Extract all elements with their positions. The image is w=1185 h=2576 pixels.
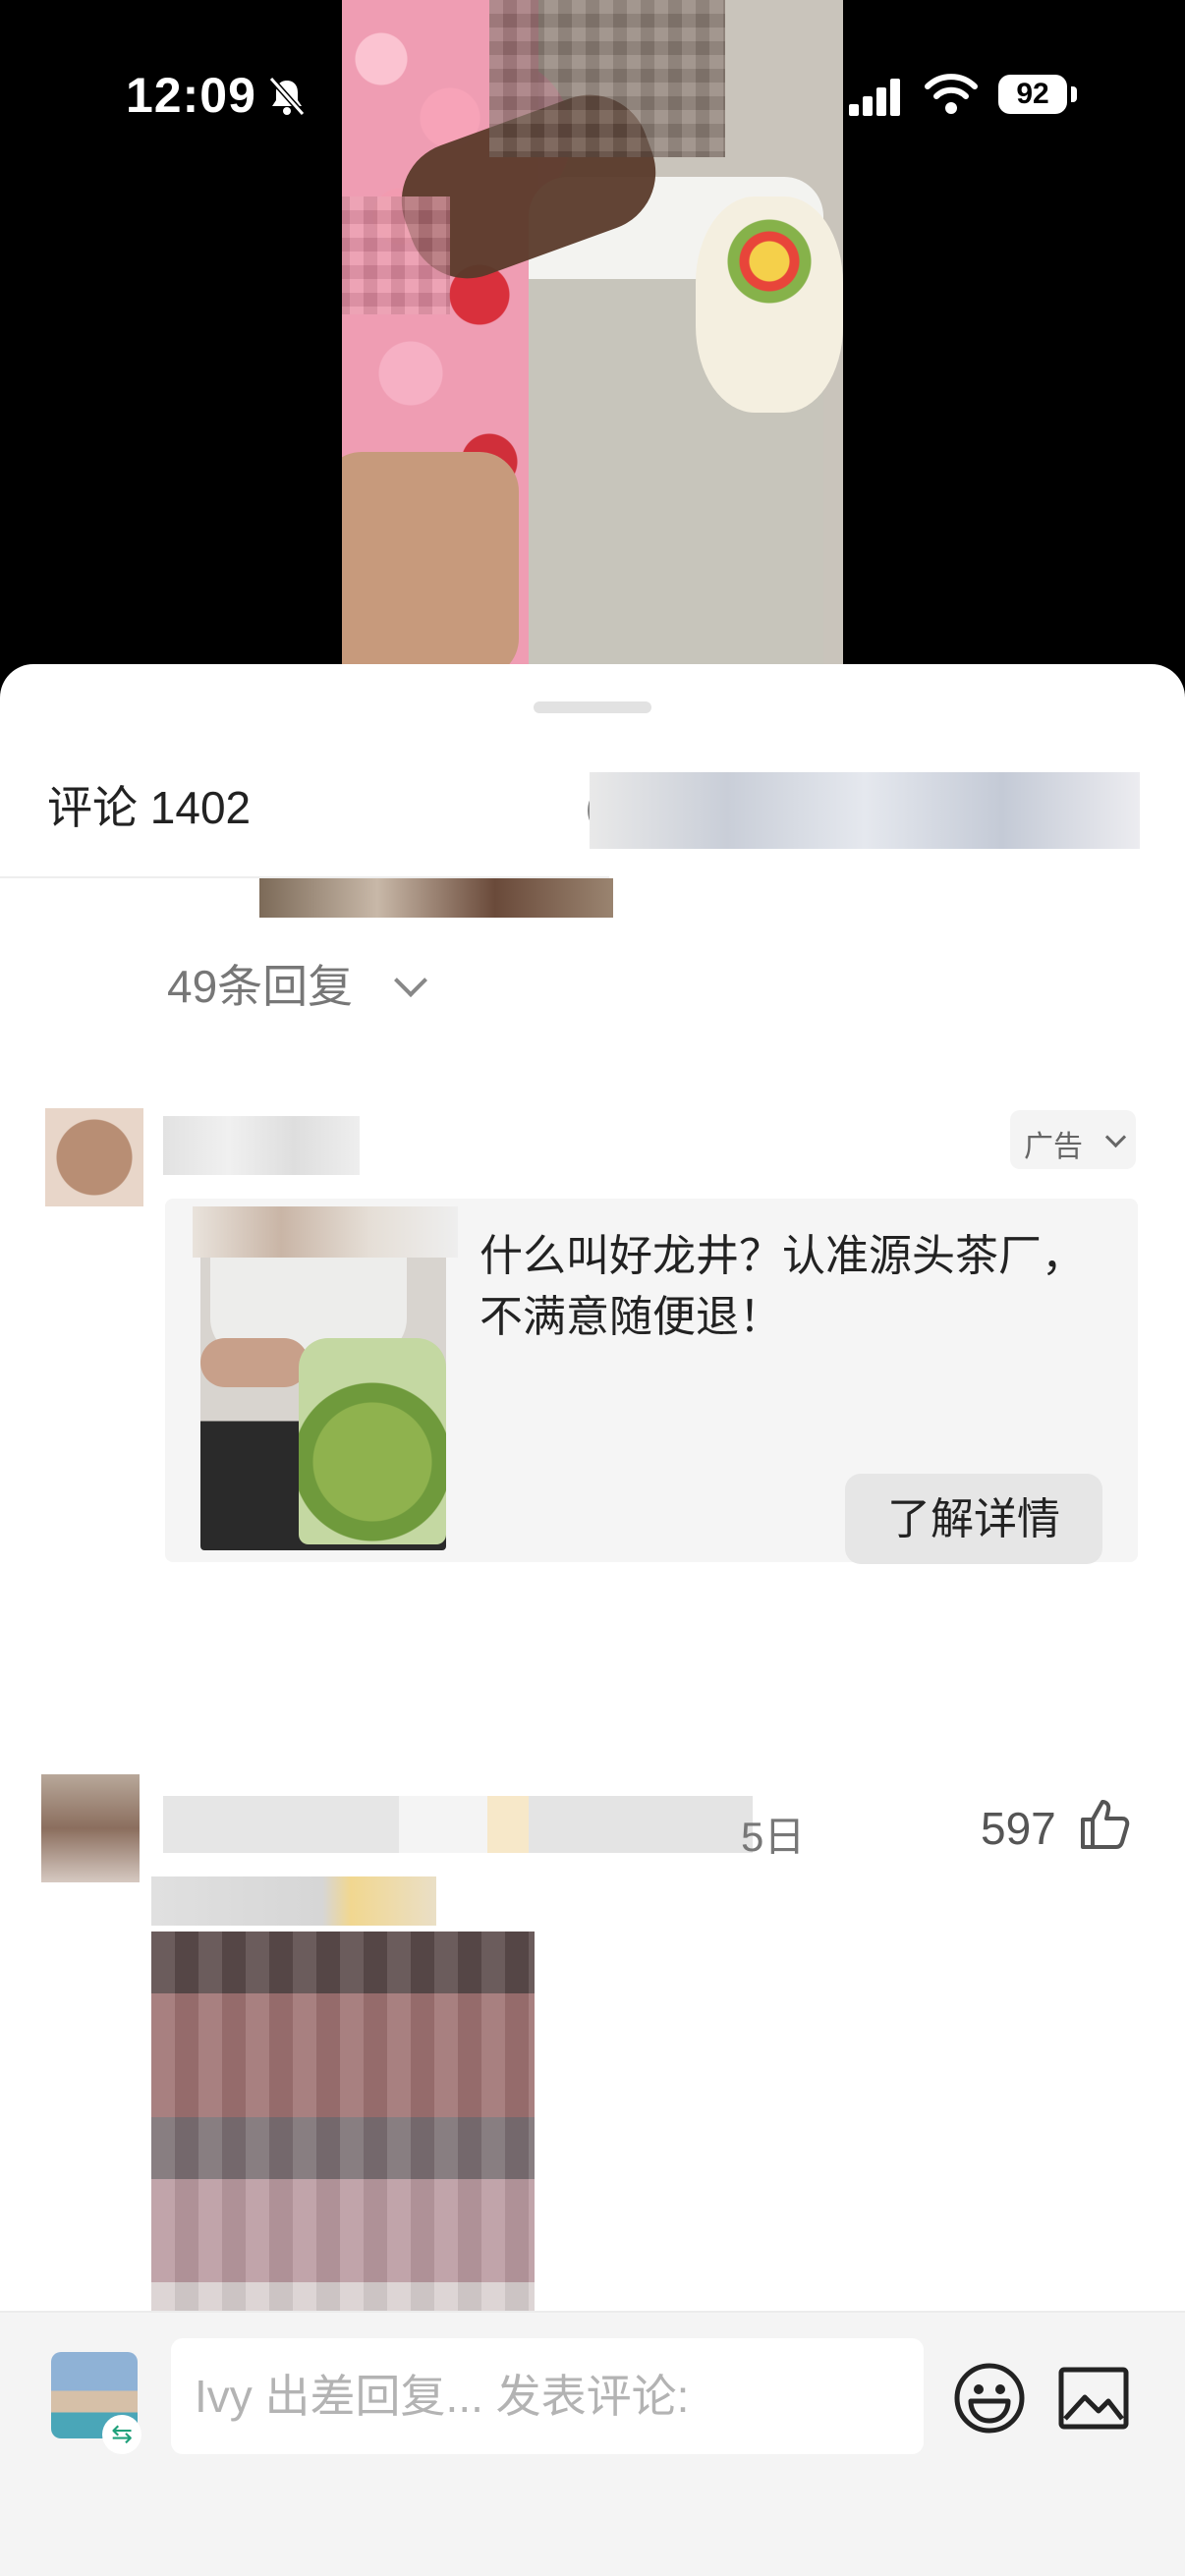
switch-account-icon[interactable]: ⇆ xyxy=(102,2415,141,2454)
comment-text-pixelated xyxy=(151,1876,436,1926)
comment-composer: ⇆ xyxy=(0,2311,1185,2576)
comment-image[interactable] xyxy=(151,1932,535,2344)
bell-slash-icon xyxy=(268,77,306,116)
status-bar: 12:09 92 xyxy=(0,0,1185,123)
avatar[interactable] xyxy=(45,1108,143,1206)
ad-tag-label: 广告 xyxy=(1024,1130,1083,1164)
ad-text: 什么叫好龙井？认准源头茶厂，不满意随便退！ xyxy=(480,1232,1085,1341)
image-icon[interactable] xyxy=(1057,2364,1130,2433)
emoji-icon[interactable] xyxy=(953,2362,1026,2435)
chevron-down-icon xyxy=(1104,1126,1127,1148)
pixelated-region xyxy=(193,1206,458,1258)
learn-more-button[interactable]: 了解详情 xyxy=(845,1474,1102,1564)
thumbs-up-icon[interactable] xyxy=(1077,1796,1132,1851)
bouquet-image xyxy=(696,196,843,413)
comments-title: 评论 1402 xyxy=(47,782,252,833)
advertiser-name[interactable] xyxy=(163,1116,360,1175)
ad-card[interactable]: 什么叫好龙井？认准源头茶厂，不满意随便退！ 了解详情 xyxy=(165,1199,1138,1564)
comment-date: 5日 xyxy=(741,1814,806,1860)
comments-sheet: 评论 1402 49条回复 广告 什么叫好龙井？认准源头茶厂，不满意随便退！ 了… xyxy=(0,664,1185,2576)
battery-icon: 92 xyxy=(998,75,1077,114)
battery-level: 92 xyxy=(998,75,1067,114)
signal-icon xyxy=(849,79,900,116)
chevron-down-icon[interactable] xyxy=(394,964,427,997)
avatar[interactable] xyxy=(41,1774,140,1882)
comment-image-fragment[interactable] xyxy=(259,878,613,918)
reply-count-toggle[interactable]: 49条回复 xyxy=(167,951,353,1016)
hand-image-2 xyxy=(342,452,519,678)
ad-tag-button[interactable]: 广告 xyxy=(1010,1110,1136,1169)
status-time: 12:09 xyxy=(126,68,256,123)
comment-input[interactable] xyxy=(171,2338,924,2454)
wifi-icon xyxy=(925,74,978,114)
sheet-grabber[interactable] xyxy=(534,701,651,713)
like-count: 597 xyxy=(981,1803,1056,1854)
ad-thumbnail[interactable] xyxy=(200,1210,446,1550)
commenter-name[interactable] xyxy=(163,1796,753,1853)
header-search-area[interactable] xyxy=(590,772,1140,849)
pixelated-region xyxy=(342,196,450,314)
